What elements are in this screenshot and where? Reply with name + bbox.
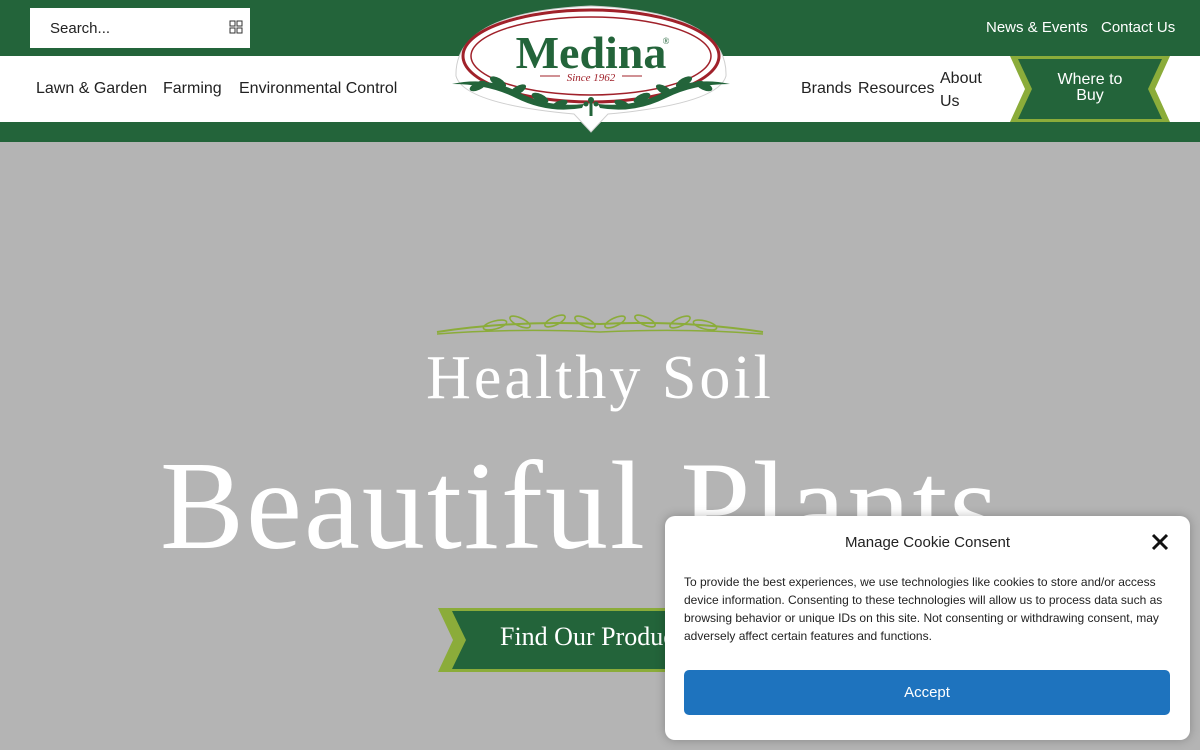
where-to-buy-line1: Where to: [1057, 71, 1123, 88]
cookie-dialog-text: To provide the best experiences, we use …: [684, 575, 1163, 643]
nav-item-resources[interactable]: Resources: [858, 80, 934, 98]
where-to-buy-button[interactable]: Where to Buy: [1010, 56, 1170, 122]
top-link-news-events[interactable]: News & Events: [986, 19, 1088, 36]
search-box: [30, 8, 250, 48]
nav-about-line1: About: [940, 70, 982, 87]
logo-wordmark: Medina: [516, 27, 667, 78]
logo-registered-mark: ®: [663, 36, 670, 46]
find-our-products-label: Find Our Products: [500, 622, 693, 651]
where-to-buy-label: Where to Buy: [1040, 72, 1140, 104]
vine-ornament: [436, 314, 764, 335]
close-icon[interactable]: [1150, 532, 1170, 552]
logo-tagline: Since 1962: [567, 72, 616, 84]
top-link-contact-us[interactable]: Contact Us: [1101, 19, 1175, 36]
nav-item-environmental-control[interactable]: Environmental Control: [239, 80, 397, 98]
search-icon[interactable]: [229, 20, 243, 34]
nav-item-brands[interactable]: Brands: [801, 80, 852, 98]
nav-item-lawn-garden[interactable]: Lawn & Garden: [36, 80, 147, 98]
nav-about-line2: Us: [940, 93, 960, 110]
hero-subtitle: Healthy Soil: [426, 344, 774, 412]
cookie-consent-dialog: Manage Cookie Consent To provide the bes…: [665, 516, 1190, 740]
medina-logo[interactable]: Medina ® Since 1962: [448, 4, 734, 136]
search-input[interactable]: [30, 8, 220, 48]
where-to-buy-line2: Buy: [1076, 87, 1104, 104]
nav-item-farming[interactable]: Farming: [163, 80, 222, 98]
cookie-dialog-title: Manage Cookie Consent: [844, 534, 1011, 551]
nav-item-about-us[interactable]: About Us: [940, 67, 982, 113]
accept-cookies-button[interactable]: Accept: [684, 670, 1170, 715]
